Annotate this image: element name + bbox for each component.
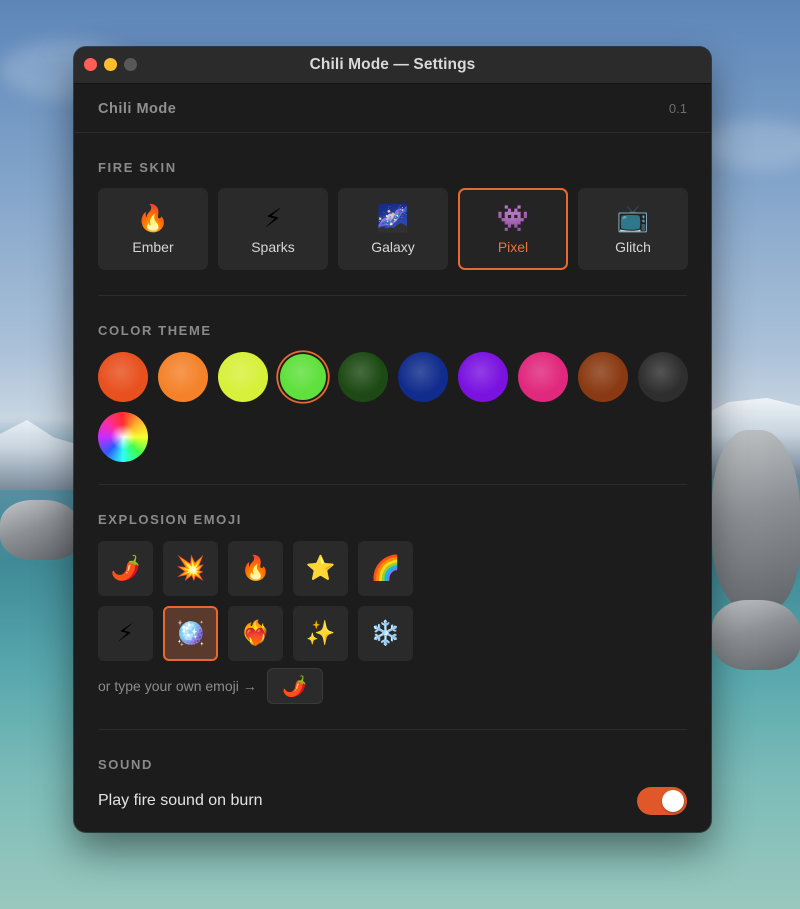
custom-emoji-input[interactable]: 🌶️ [266, 668, 323, 704]
galaxy-icon: 🌌 [376, 203, 410, 233]
lightning-icon: ⚡ [263, 203, 283, 233]
rainbow-icon: 🌈 [370, 555, 401, 582]
app-name: Chili Mode [98, 101, 177, 117]
lightning-icon: ⚡ [117, 620, 134, 647]
emoji-option-rainbow[interactable]: 🌈 [358, 541, 413, 596]
color-swatch-red-orange[interactable] [98, 352, 148, 402]
color-swatch-yellow-lime[interactable] [218, 352, 268, 402]
star-icon: ⭐ [305, 555, 336, 582]
close-window-button[interactable] [84, 58, 97, 71]
play-fire-sound-label: Play fire sound on burn [98, 792, 263, 809]
skin-option-label: Sparks [251, 239, 295, 255]
divider [74, 132, 711, 133]
zoom-window-button[interactable] [124, 58, 137, 71]
skin-option-ember[interactable]: 🔥 Ember [98, 188, 208, 270]
emoji-option-heart-on-fire[interactable]: ❤️‍🔥 [228, 606, 283, 661]
version-label: 0.1 [668, 101, 687, 116]
color-swatch-purple[interactable] [458, 352, 508, 402]
divider [98, 729, 687, 730]
emoji-option-star[interactable]: ⭐ [293, 541, 348, 596]
hot-pepper-icon: 🌶️ [110, 555, 141, 582]
app-header: Chili Mode 0.1 [98, 101, 687, 117]
color-swatch-brown[interactable] [578, 352, 628, 402]
divider [98, 484, 687, 485]
color-theme-swatches [98, 352, 698, 462]
rock [712, 430, 800, 610]
titlebar[interactable]: Chili Mode — Settings [74, 47, 711, 84]
skin-option-label: Galaxy [371, 239, 415, 255]
mirror-ball-icon: 🪩 [175, 620, 206, 647]
alien-monster-icon: 👾 [496, 203, 530, 233]
skin-option-label: Ember [132, 239, 174, 255]
skin-option-label: Pixel [497, 239, 529, 255]
rock [0, 500, 80, 560]
emoji-option-sparkles[interactable]: ✨ [293, 606, 348, 661]
explosion-emoji-heading: EXPLOSION EMOJI [98, 512, 242, 527]
emoji-option-mirror-ball[interactable]: 🪩 [163, 606, 218, 661]
color-swatch-green[interactable] [280, 354, 326, 400]
emoji-option-lightning[interactable]: ⚡ [98, 606, 153, 661]
window-title: Chili Mode — Settings [309, 56, 476, 73]
emoji-option-hot-pepper[interactable]: 🌶️ [98, 541, 153, 596]
emoji-option-snowflake[interactable]: ❄️ [358, 606, 413, 661]
minimize-window-button[interactable] [104, 58, 117, 71]
sound-setting-row: Play fire sound on burn [98, 787, 687, 815]
fire-icon: 🔥 [136, 203, 170, 233]
color-swatch-navy[interactable] [398, 352, 448, 402]
sparkles-icon: ✨ [305, 620, 336, 647]
color-swatch-charcoal[interactable] [638, 352, 688, 402]
fire-skin-options: 🔥 Ember ⚡ Sparks 🌌 Galaxy 👾 Pixel 📺 Glit… [98, 188, 688, 270]
skin-option-pixel[interactable]: 👾 Pixel [458, 188, 568, 270]
skin-option-sparks[interactable]: ⚡ Sparks [218, 188, 328, 270]
custom-emoji-row: or type your own emoji → 🌶️ [98, 668, 323, 704]
emoji-option-fire[interactable]: 🔥 [228, 541, 283, 596]
divider [98, 295, 687, 296]
snowflake-icon: ❄️ [370, 620, 401, 647]
color-swatch-dark-green[interactable] [338, 352, 388, 402]
settings-window: Chili Mode — Settings Chili Mode 0.1 FIR… [74, 47, 711, 832]
rock [712, 600, 800, 670]
skin-option-label: Glitch [615, 239, 651, 255]
emoji-option-collision[interactable]: 💥 [163, 541, 218, 596]
skin-option-galaxy[interactable]: 🌌 Galaxy [338, 188, 448, 270]
color-swatch-rainbow[interactable] [98, 412, 148, 462]
explosion-emoji-grid: 🌶️ 💥 🔥 ⭐ 🌈 ⚡ 🪩 ❤️‍🔥 ✨ ❄️ [98, 541, 413, 661]
color-swatch-orange[interactable] [158, 352, 208, 402]
collision-icon: 💥 [175, 555, 206, 582]
sound-heading: SOUND [98, 757, 153, 772]
toggle-knob [662, 790, 684, 812]
fire-skin-heading: FIRE SKIN [98, 160, 177, 175]
television-icon: 📺 [616, 203, 650, 233]
fire-icon: 🔥 [240, 555, 271, 582]
custom-emoji-label: or type your own emoji → [98, 678, 257, 694]
heart-on-fire-icon: ❤️‍🔥 [240, 620, 271, 647]
play-fire-sound-toggle[interactable] [637, 787, 687, 815]
color-swatch-pink[interactable] [518, 352, 568, 402]
color-theme-heading: COLOR THEME [98, 323, 212, 338]
skin-option-glitch[interactable]: 📺 Glitch [578, 188, 688, 270]
